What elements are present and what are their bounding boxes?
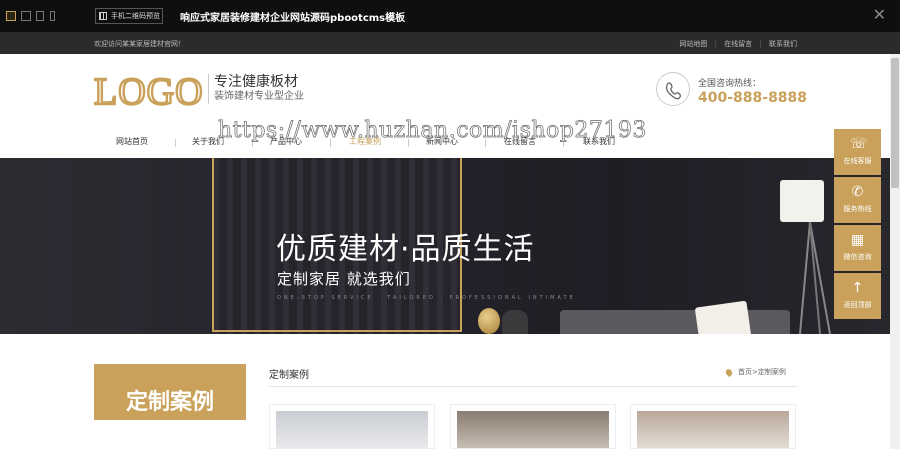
slogan-subtitle: 装饰建材专业型企业 xyxy=(214,91,304,102)
nav-divider xyxy=(175,139,176,147)
nav-cases[interactable]: 工程案例 xyxy=(349,136,381,147)
qr-preview-label: 手机二维码预览 xyxy=(111,12,160,20)
nav-products[interactable]: 产品中心 xyxy=(270,136,302,147)
pillow-image xyxy=(694,300,752,334)
nav-divider xyxy=(563,139,564,147)
nav-divider xyxy=(485,139,486,147)
nav-divider xyxy=(408,139,409,147)
floating-service-bar: ☏ 在线客服 ✆ 服务热线 ▦ 微信咨询 ↑ 返回顶部 xyxy=(834,129,881,321)
tablet-landscape-icon[interactable] xyxy=(21,11,31,21)
arrow-up-icon: ↑ xyxy=(851,280,864,296)
link-message[interactable]: 在线留言 xyxy=(724,40,752,48)
preview-toolbar: 手机二维码预览 响应式家居装修建材企业网站源码pbootcms模板 ✕ xyxy=(0,0,900,32)
link-sitemap[interactable]: 网站地图 xyxy=(679,40,707,48)
tablet-portrait-icon[interactable] xyxy=(36,11,44,21)
location-icon xyxy=(724,367,734,377)
breadcrumb: 首页>定制案例 xyxy=(724,367,786,377)
online-service-label: 在线客服 xyxy=(843,157,872,165)
site-header: LOGO 专注健康板材 装饰建材专业型企业 全国咨询热线： 400-888-88… xyxy=(0,54,900,158)
online-service-button[interactable]: ☏ 在线客服 xyxy=(834,129,881,175)
site-logo[interactable]: LOGO xyxy=(94,70,204,110)
hero-banner[interactable]: 优质建材·品质生活 定制家居 就选我们 ONE-STOP SERVICE · T… xyxy=(0,158,890,334)
case-image xyxy=(637,411,789,448)
phone-icon[interactable] xyxy=(50,11,55,21)
desktop-icon[interactable] xyxy=(6,11,16,21)
wechat-label: 微信咨询 xyxy=(843,253,872,261)
close-icon[interactable]: ✕ xyxy=(873,6,886,24)
hotline-label: 全国咨询热线： xyxy=(698,79,762,89)
page-title: 响应式家居装修建材企业网站源码pbootcms模板 xyxy=(180,13,406,24)
nav-message[interactable]: 在线留言 xyxy=(504,136,536,147)
slogan: 专注健康板材 装饰建材专业型企业 xyxy=(208,74,304,104)
section-title-box: 定制案例 xyxy=(94,364,246,420)
wechat-button[interactable]: ▦ 微信咨询 xyxy=(834,225,881,271)
nav-contact[interactable]: 联系我们 xyxy=(583,136,615,147)
logo-text: LOGO xyxy=(94,71,204,110)
hotline-label: 服务热线 xyxy=(843,205,872,213)
back-to-top-label: 返回顶部 xyxy=(843,301,872,309)
divider: | xyxy=(757,40,764,48)
nav-news[interactable]: 新闻中心 xyxy=(426,136,458,147)
nav-divider xyxy=(252,139,253,147)
phone-icon xyxy=(656,72,690,106)
nav-about[interactable]: 关于我们 xyxy=(192,136,224,147)
section-divider xyxy=(269,386,797,387)
banner-headline: 优质建材·品质生活 xyxy=(276,232,535,267)
top-links: 网站地图 | 在线留言 | 联系我们 xyxy=(674,39,797,49)
hotline-button[interactable]: ✆ 服务热线 xyxy=(834,177,881,223)
nav-divider xyxy=(330,139,331,147)
breadcrumb-text[interactable]: 首页>定制案例 xyxy=(738,368,786,376)
welcome-text: 欢迎访问某某家居建材官网！ xyxy=(94,40,185,48)
section-title: 定制案例 xyxy=(269,370,309,381)
nav-home[interactable]: 网站首页 xyxy=(116,136,148,147)
welcome-bar: 欢迎访问某某家居建材官网！ 网站地图 | 在线留言 | 联系我们 xyxy=(0,32,900,54)
section-box-title: 定制案例 xyxy=(125,390,214,415)
sofa-image xyxy=(560,310,790,334)
divider: | xyxy=(712,40,720,48)
cases-section: 定制案例 定制案例 首页>定制案例 xyxy=(0,334,890,449)
back-to-top-button[interactable]: ↑ 返回顶部 xyxy=(834,273,881,319)
qr-preview-button[interactable]: 手机二维码预览 xyxy=(95,8,163,24)
slogan-title: 专注健康板材 xyxy=(214,74,298,90)
vase-image xyxy=(502,310,528,334)
phone-icon: ✆ xyxy=(851,184,864,200)
banner-tagline: ONE-STOP SERVICE · TAILORED · PROFESSION… xyxy=(277,295,576,301)
qrcode-icon: ▦ xyxy=(850,232,865,248)
case-card[interactable] xyxy=(269,404,435,449)
case-image xyxy=(457,411,609,448)
banner-subline: 定制家居 就选我们 xyxy=(277,270,411,288)
case-image xyxy=(276,411,428,448)
scrollbar-thumb[interactable] xyxy=(891,58,899,188)
qrcode-icon xyxy=(99,12,107,20)
case-card[interactable] xyxy=(630,404,796,449)
hotline-number[interactable]: 400-888-8888 xyxy=(698,90,807,106)
link-contact[interactable]: 联系我们 xyxy=(769,40,797,48)
vase-image xyxy=(478,308,500,334)
case-card[interactable] xyxy=(450,404,616,449)
headset-icon: ☏ xyxy=(850,136,868,152)
